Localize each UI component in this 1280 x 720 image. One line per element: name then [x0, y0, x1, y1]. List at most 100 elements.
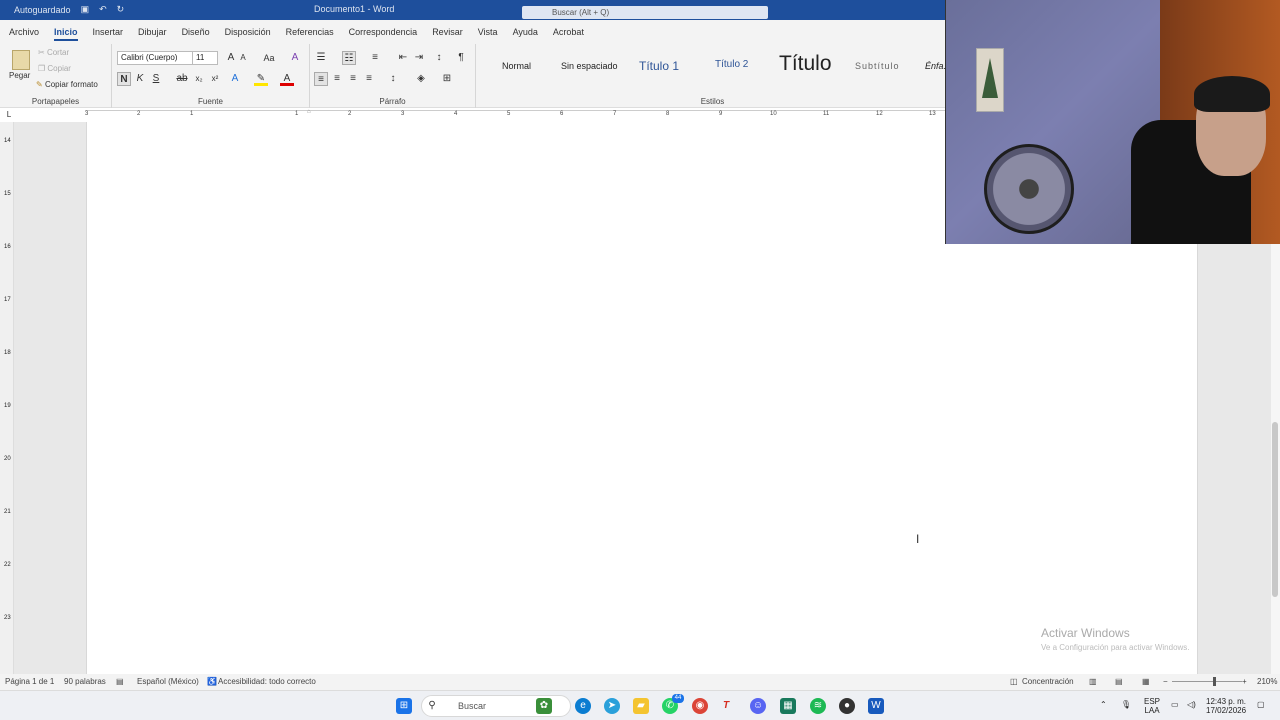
telegram-icon[interactable]: ➤	[604, 698, 620, 714]
print-layout-icon[interactable]: ▤	[1115, 677, 1123, 686]
tab-correspondencia[interactable]: Correspondencia	[349, 20, 418, 44]
indent-marker-icon[interactable]: ⌂	[307, 109, 311, 115]
tab-disposicion[interactable]: Disposición	[225, 20, 271, 44]
proofing-icon[interactable]: ▤	[116, 677, 124, 686]
language-indicator[interactable]: ESP LAA	[1144, 697, 1160, 715]
word-icon[interactable]: W	[868, 698, 884, 714]
notification-icon[interactable]: ▢	[1257, 700, 1265, 709]
network-icon[interactable]: ▭	[1171, 700, 1179, 709]
discord-icon[interactable]: ☺	[750, 698, 766, 714]
windows-start-icon[interactable]: ⊞	[396, 698, 412, 714]
web-layout-icon[interactable]: ▦	[1142, 677, 1150, 686]
vruler-tick: 20	[4, 456, 11, 462]
sort-icon[interactable]: ↕	[432, 51, 446, 65]
word-count[interactable]: 90 palabras	[64, 677, 106, 686]
paste-button[interactable]: Pegar	[9, 71, 30, 80]
focus-icon: ◫	[1010, 677, 1018, 686]
style-normal[interactable]: Normal	[502, 61, 531, 71]
underline-button[interactable]: S	[149, 72, 163, 86]
language-status[interactable]: Español (México)	[137, 677, 199, 686]
copy-button[interactable]: ❐ Copiar	[38, 64, 71, 73]
volume-icon[interactable]: ◁)	[1187, 700, 1196, 709]
zoom-level[interactable]: 210%	[1257, 677, 1277, 686]
undo-icon[interactable]: ↶	[99, 4, 107, 15]
increase-indent-icon[interactable]: ⇥	[412, 51, 426, 65]
vruler-tick: 14	[4, 138, 11, 144]
align-center-icon[interactable]: ≡	[330, 72, 344, 86]
align-right-icon[interactable]: ≡	[346, 72, 360, 86]
font-size-select[interactable]: 11	[192, 51, 218, 65]
redo-icon[interactable]: ↻	[117, 4, 125, 15]
numbering-icon[interactable]: ☷	[342, 51, 356, 65]
font-color-icon[interactable]: A	[280, 72, 294, 86]
line-spacing-icon[interactable]: ↕	[386, 72, 400, 86]
obs-icon[interactable]: ●	[839, 698, 855, 714]
zoom-slider-knob[interactable]	[1213, 677, 1216, 686]
change-case-icon[interactable]: Aa	[258, 51, 280, 65]
style-subtitle[interactable]: Subtítulo	[855, 61, 900, 71]
tab-dibujar[interactable]: Dibujar	[138, 20, 167, 44]
cut-button[interactable]: ✂ Cortar	[38, 48, 69, 57]
decrease-indent-icon[interactable]: ⇤	[396, 51, 410, 65]
strikethrough-icon[interactable]: ab	[175, 72, 189, 86]
page-count[interactable]: Página 1 de 1	[5, 677, 54, 686]
italic-button[interactable]: K	[133, 72, 147, 86]
taskbar-search-label: Buscar	[458, 701, 487, 711]
shading-icon[interactable]: ◈	[414, 72, 428, 86]
save-icon[interactable]: ▣	[81, 4, 90, 15]
tab-inicio[interactable]: Inicio	[54, 20, 78, 44]
bullets-icon[interactable]: ☰	[314, 51, 328, 65]
calculator-icon[interactable]: ▦	[780, 698, 796, 714]
tab-insertar[interactable]: Insertar	[93, 20, 124, 44]
chevron-up-icon[interactable]: ⌃	[1100, 700, 1107, 709]
style-heading1[interactable]: Título 1	[639, 59, 679, 73]
scroll-thumb[interactable]	[1272, 422, 1278, 597]
multilevel-list-icon[interactable]: ≡	[368, 51, 382, 65]
ruler-tick: 10	[770, 111, 777, 117]
focus-button[interactable]: Concentración	[1022, 677, 1074, 686]
accessibility-status[interactable]: Accesibilidad: todo correcto	[218, 677, 316, 686]
borders-icon[interactable]: ⊞	[440, 72, 454, 86]
pilcrow-icon[interactable]: ¶	[454, 51, 468, 65]
file-explorer-icon[interactable]: ▰	[633, 698, 649, 714]
tab-revisar[interactable]: Revisar	[432, 20, 463, 44]
tab-selector-icon[interactable]: L	[2, 108, 16, 122]
justify-icon[interactable]: ≡	[362, 72, 376, 86]
edge-icon[interactable]: e	[575, 698, 591, 714]
align-left-icon[interactable]: ≡	[314, 72, 328, 86]
ruler-tick: 11	[823, 111, 830, 117]
text-effects-icon[interactable]: A	[228, 72, 242, 86]
shrink-font-icon[interactable]: A	[236, 51, 250, 65]
horizontal-ruler[interactable]: 3 2 1 1 2 3 4 5 6 7 8 9 10 11 12 13 ⌂	[85, 109, 945, 119]
bold-button[interactable]: N	[117, 72, 131, 86]
chrome-icon[interactable]: ◉	[692, 698, 708, 714]
paste-icon[interactable]	[12, 50, 30, 70]
vertical-ruler[interactable]: 14 15 16 17 18 19 20 21 22 23	[0, 122, 14, 674]
tab-ayuda[interactable]: Ayuda	[513, 20, 538, 44]
style-no-spacing[interactable]: Sin espaciado	[561, 61, 618, 71]
style-title[interactable]: Título	[779, 52, 832, 76]
spotify-icon[interactable]: ≋	[810, 698, 826, 714]
autosave-label[interactable]: Autoguardado	[14, 5, 71, 15]
clear-format-icon[interactable]: A	[288, 51, 302, 65]
zoom-in-icon[interactable]: +	[1242, 677, 1247, 686]
highlight-icon[interactable]: ✎	[254, 72, 268, 86]
clock[interactable]: 12:43 p. m. 17/02/2026	[1206, 697, 1246, 715]
typora-icon[interactable]: T	[718, 698, 734, 714]
tab-diseno[interactable]: Diseño	[182, 20, 210, 44]
style-heading2[interactable]: Título 2	[715, 59, 748, 70]
tab-vista[interactable]: Vista	[478, 20, 498, 44]
font-name-select[interactable]: Calibri (Cuerpo)	[117, 51, 193, 65]
zoom-out-icon[interactable]: −	[1163, 677, 1168, 686]
read-mode-icon[interactable]: ▥	[1089, 677, 1097, 686]
format-painter-button[interactable]: ✎ Copiar formato	[36, 80, 98, 89]
tab-acrobat[interactable]: Acrobat	[553, 20, 584, 44]
superscript-button[interactable]: x²	[208, 72, 222, 86]
tab-archivo[interactable]: Archivo	[9, 20, 39, 44]
microphone-icon[interactable]: 🎙	[1121, 700, 1131, 709]
widgets-icon[interactable]: ✿	[536, 698, 552, 714]
tab-referencias[interactable]: Referencias	[286, 20, 334, 44]
zoom-slider[interactable]	[1172, 681, 1242, 682]
search-input[interactable]: Buscar (Alt + Q)	[522, 6, 768, 19]
subscript-button[interactable]: x₂	[192, 72, 206, 86]
